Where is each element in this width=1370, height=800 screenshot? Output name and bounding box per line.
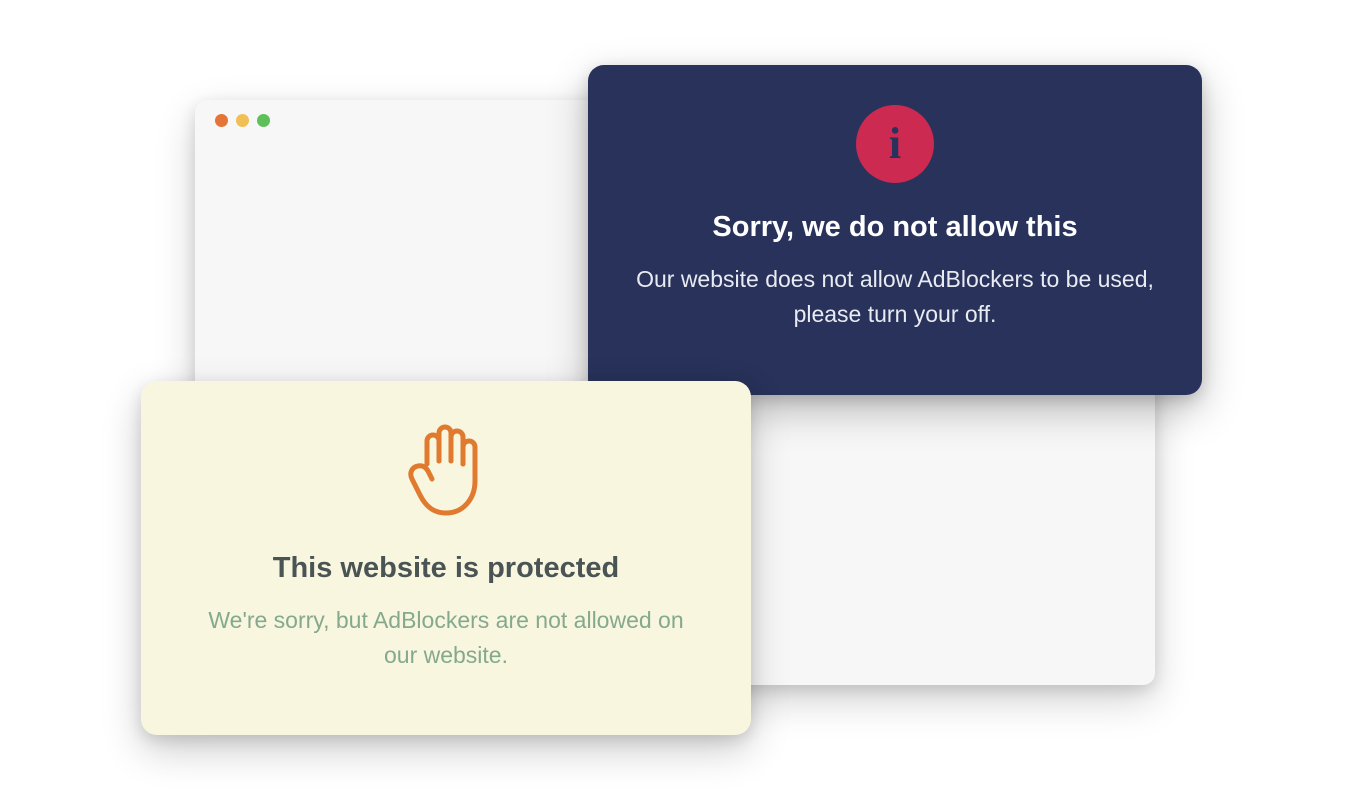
dark-card-body: Our website does not allow AdBlockers to… (628, 262, 1162, 331)
hand-stop-icon (407, 419, 485, 524)
dark-card-title: Sorry, we do not allow this (712, 211, 1077, 244)
close-icon[interactable] (215, 114, 228, 127)
info-icon: i (856, 105, 934, 183)
adblock-notice-light: This website is protected We're sorry, b… (141, 381, 751, 735)
minimize-icon[interactable] (236, 114, 249, 127)
adblock-notice-dark: i Sorry, we do not allow this Our websit… (588, 65, 1202, 395)
maximize-icon[interactable] (257, 114, 270, 127)
light-card-body: We're sorry, but AdBlockers are not allo… (191, 603, 701, 672)
light-card-title: This website is protected (273, 552, 619, 585)
